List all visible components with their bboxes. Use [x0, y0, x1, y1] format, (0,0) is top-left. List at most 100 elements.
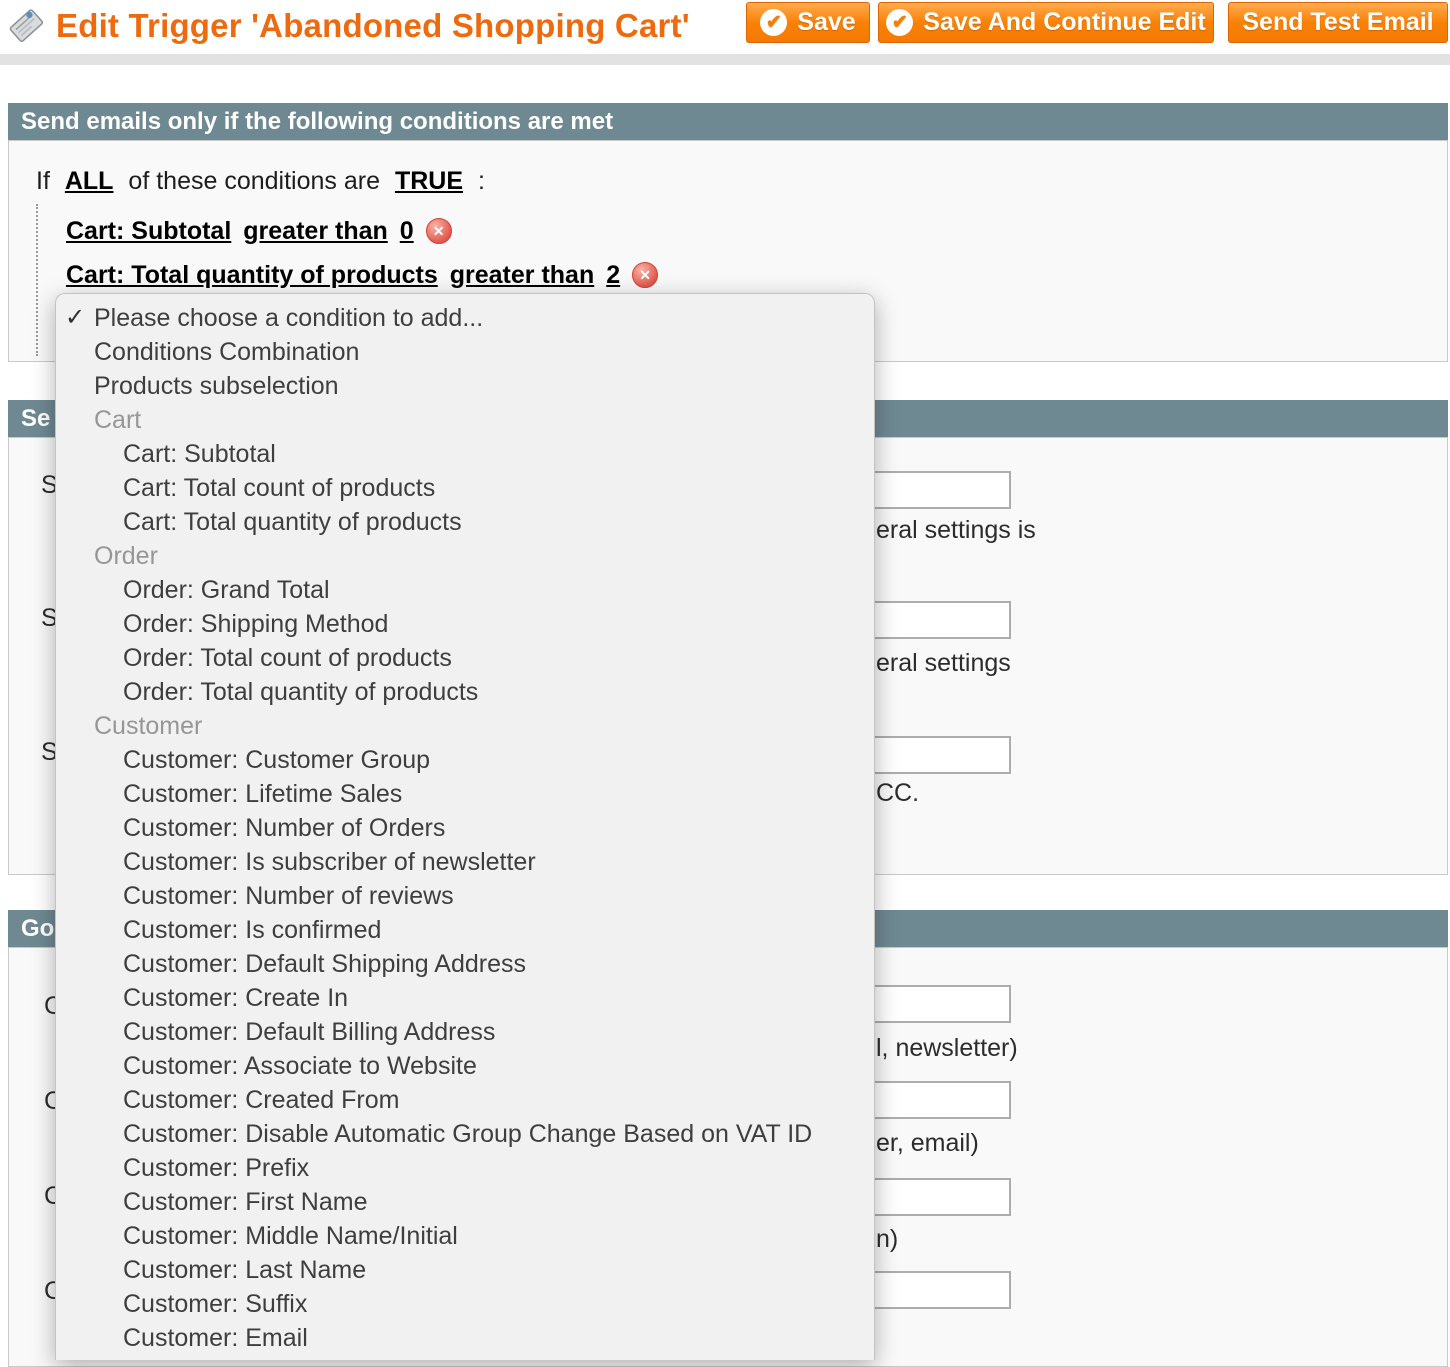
condition-option[interactable]: ✓ Products subselection: [56, 369, 874, 403]
condition-option[interactable]: ✓ Conditions Combination: [56, 335, 874, 369]
condition-option-label: Conditions Combination: [94, 338, 359, 366]
save-and-continue-label: Save And Continue Edit: [923, 8, 1205, 37]
condition-option[interactable]: ✓ Order: Grand Total: [56, 573, 874, 607]
condition-option-label: Order: Shipping Method: [123, 610, 388, 638]
condition-option[interactable]: ✓ Order: [56, 539, 874, 573]
condition-option[interactable]: ✓ Customer: Customer Group: [56, 743, 874, 777]
condition-option[interactable]: ✓ Customer: Email: [56, 1321, 874, 1355]
condition-option-label: Customer: Lifetime Sales: [123, 780, 402, 808]
field-note: eral settings is: [876, 516, 1036, 545]
condition-option-label: Customer: Middle Name/Initial: [123, 1222, 458, 1250]
conditions-section-header: Send emails only if the following condit…: [8, 103, 1448, 140]
condition-option-label: Customer: Prefix: [123, 1154, 309, 1182]
condition-option-label: Order: [94, 542, 158, 570]
condition-option[interactable]: ✓ Customer: Lifetime Sales: [56, 777, 874, 811]
condition-option[interactable]: ✓ Customer: Suffix: [56, 1287, 874, 1321]
field-note: n): [876, 1225, 898, 1254]
field-note: er, email): [876, 1129, 979, 1158]
condition-option[interactable]: ✓ Customer: Associate to Website: [56, 1049, 874, 1083]
condition-option-label: Customer: Disable Automatic Group Change…: [123, 1120, 812, 1148]
condition-option[interactable]: ✓ Customer: Middle Name/Initial: [56, 1219, 874, 1253]
condition-row: Cart: Total quantity of products greater…: [66, 253, 658, 297]
condition-option[interactable]: ✓ Customer: Is confirmed: [56, 913, 874, 947]
condition-option-label: Customer: First Name: [123, 1188, 367, 1216]
condition-option[interactable]: ✓ Cart: Total count of products: [56, 471, 874, 505]
condition-tree-line: [36, 204, 38, 356]
condition-attribute-link[interactable]: Cart: Subtotal: [66, 217, 231, 246]
condition-option-label: Customer: Last Name: [123, 1256, 366, 1284]
condition-option-label: Order: Total count of products: [123, 644, 452, 672]
condition-option[interactable]: ✓ Order: Shipping Method: [56, 607, 874, 641]
condition-option-label: Cart: Total count of products: [123, 474, 435, 502]
trigger-tag-icon: [8, 6, 44, 46]
checkmark-icon: ✓: [65, 301, 85, 335]
condition-option[interactable]: ✓ Order: Total count of products: [56, 641, 874, 675]
aggregator-middle-text: of these conditions are: [128, 167, 380, 195]
condition-option-label: Customer: [94, 712, 202, 740]
condition-option[interactable]: ✓ Order: Total quantity of products: [56, 675, 874, 709]
conditions-aggregator-line: If ALL of these conditions are TRUE :: [36, 167, 493, 196]
condition-option[interactable]: ✓ Customer: Number of Orders: [56, 811, 874, 845]
aggregator-all-link[interactable]: ALL: [65, 167, 114, 195]
condition-option-label: Customer: Is subscriber of newsletter: [123, 848, 536, 876]
send-test-email-label: Send Test Email: [1242, 8, 1433, 37]
header-divider: [0, 54, 1450, 65]
condition-option-label: Cart: Subtotal: [123, 440, 276, 468]
condition-option[interactable]: ✓ Customer: Created From: [56, 1083, 874, 1117]
condition-row: Cart: Subtotal greater than 0 ✕: [66, 209, 658, 253]
save-and-continue-button[interactable]: ✔ Save And Continue Edit: [878, 2, 1214, 43]
condition-option-label: Cart: [94, 406, 141, 434]
condition-option[interactable]: ✓ Customer: Create In: [56, 981, 874, 1015]
condition-option-label: Customer: Create In: [123, 984, 348, 1012]
condition-option-label: Cart: Total quantity of products: [123, 508, 462, 536]
field-note: eral settings: [876, 649, 1011, 678]
condition-option-label: Customer: Customer Group: [123, 746, 430, 774]
condition-option[interactable]: ✓ Customer: Is subscriber of newsletter: [56, 845, 874, 879]
aggregator-suffix-text: :: [478, 167, 485, 195]
condition-option-label: Please choose a condition to add...: [94, 304, 483, 332]
save-button-label: Save: [797, 8, 855, 37]
condition-attribute-link[interactable]: Cart: Total quantity of products: [66, 261, 438, 290]
condition-value-link[interactable]: 2: [606, 261, 620, 290]
condition-option[interactable]: ✓ Customer: Last Name: [56, 1253, 874, 1287]
delete-condition-icon[interactable]: ✕: [632, 262, 658, 288]
section2-header-text: Se: [21, 405, 50, 432]
page-header: Edit Trigger 'Abandoned Shopping Cart' ✔…: [0, 0, 1450, 54]
condition-option[interactable]: ✓ Customer: First Name: [56, 1185, 874, 1219]
condition-option[interactable]: ✓ Customer: Number of reviews: [56, 879, 874, 913]
condition-option[interactable]: ✓ Cart: Subtotal: [56, 437, 874, 471]
condition-option[interactable]: ✓ Customer: Default Shipping Address: [56, 947, 874, 981]
condition-rows: Cart: Subtotal greater than 0 ✕ Cart: To…: [66, 209, 658, 297]
condition-operator-link[interactable]: greater than: [243, 217, 387, 246]
condition-option[interactable]: ✓ Customer: [56, 709, 874, 743]
condition-option-label: Customer: Suffix: [123, 1290, 307, 1318]
condition-option-label: Order: Total quantity of products: [123, 678, 478, 706]
condition-option-label: Customer: Associate to Website: [123, 1052, 477, 1080]
save-button[interactable]: ✔ Save: [746, 2, 870, 43]
if-text: If: [36, 167, 50, 195]
conditions-section-title: Send emails only if the following condit…: [21, 108, 613, 135]
check-circle-icon: ✔: [886, 9, 913, 36]
delete-condition-icon[interactable]: ✕: [426, 218, 452, 244]
check-circle-icon: ✔: [760, 9, 787, 36]
condition-option[interactable]: ✓ Customer: Disable Automatic Group Chan…: [56, 1117, 874, 1151]
aggregator-true-link[interactable]: TRUE: [395, 167, 463, 195]
condition-select-dropdown: ✓ Please choose a condition to add... ✓ …: [55, 293, 875, 1360]
condition-value-link[interactable]: 0: [400, 217, 414, 246]
condition-option[interactable]: ✓ Customer: Prefix: [56, 1151, 874, 1185]
section3-header-text: Go: [21, 915, 54, 942]
page-title: Edit Trigger 'Abandoned Shopping Cart': [56, 7, 690, 45]
condition-operator-link[interactable]: greater than: [450, 261, 594, 290]
condition-option-label: Customer: Created From: [123, 1086, 399, 1114]
condition-option-label: Order: Grand Total: [123, 576, 330, 604]
condition-option[interactable]: ✓ Please choose a condition to add...: [56, 301, 874, 335]
condition-option[interactable]: ✓ Customer: Default Billing Address: [56, 1015, 874, 1049]
condition-option-label: Customer: Number of Orders: [123, 814, 445, 842]
condition-option-list: ✓ Please choose a condition to add... ✓ …: [56, 294, 874, 1355]
field-note: CC.: [876, 779, 919, 808]
send-test-email-button[interactable]: Send Test Email: [1228, 2, 1448, 43]
condition-option-label: Customer: Default Shipping Address: [123, 950, 526, 978]
condition-option-label: Products subselection: [94, 372, 339, 400]
condition-option[interactable]: ✓ Cart: Total quantity of products: [56, 505, 874, 539]
condition-option[interactable]: ✓ Cart: [56, 403, 874, 437]
